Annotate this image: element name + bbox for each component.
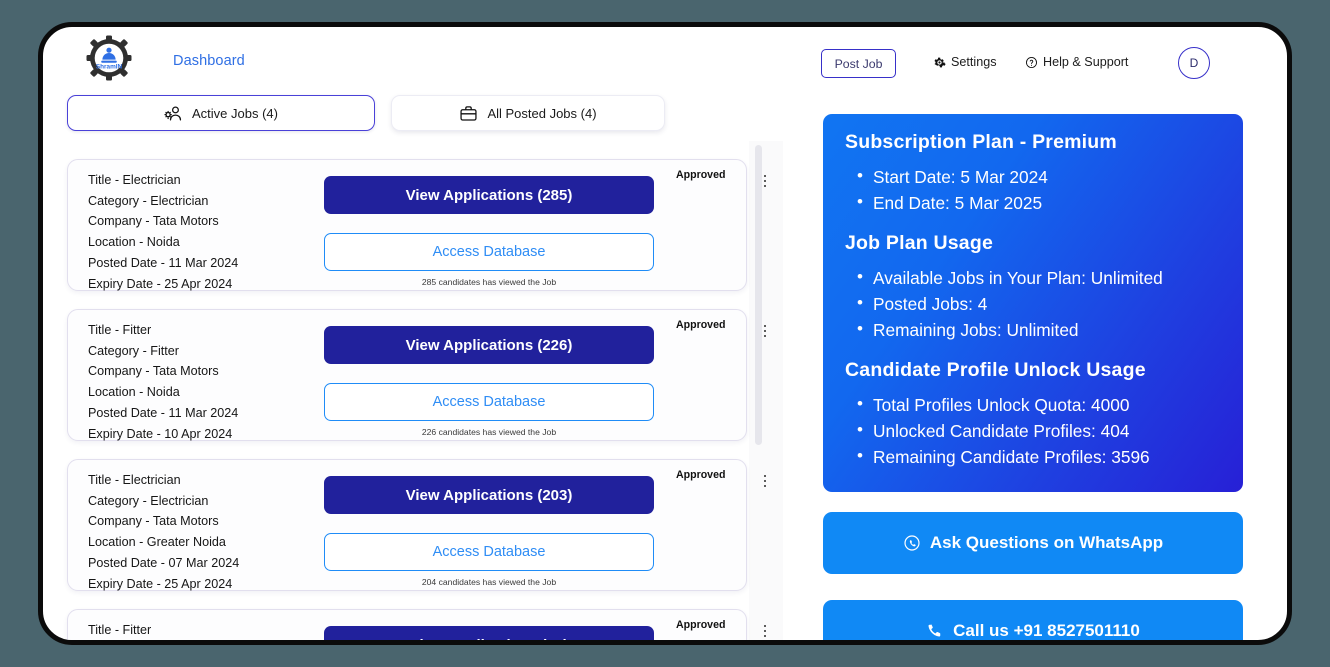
kebab-menu-icon[interactable] [758,321,772,341]
job-details: Title - Fitter Category - Fitter Company… [88,620,239,645]
help-support-link[interactable]: Help & Support [1025,55,1128,69]
avatar[interactable]: D [1178,47,1210,79]
profile-unlock-heading: Candidate Profile Unlock Usage [845,359,1146,381]
job-title: Title - Fitter [88,323,152,337]
candidates-viewed-note: 226 candidates has viewed the Job [421,427,557,437]
job-company: Company - Tata Motors [88,364,219,379]
svg-text:ShramIN: ShramIN [96,64,123,71]
kebab-menu-icon[interactable] [758,621,772,640]
job-posted-date: Posted Date - 07 Mar 2024 [88,555,240,570]
subscription-heading: Subscription Plan - Premium [845,131,1117,153]
list-item: Start Date: 5 Mar 2024 [857,163,1221,190]
sidebar: Subscription Plan - Premium Start Date: … [809,95,1287,640]
job-details: Title - Fitter Category - Fitter Company… [88,320,238,444]
job-location: Location - Noida [88,235,180,250]
access-database-button[interactable]: Access Database [324,233,654,271]
post-job-button[interactable]: Post Job [821,49,896,78]
table-row[interactable]: Title - Electrician Category - Electrici… [67,459,767,594]
view-applications-button[interactable]: View Applications (226) [324,326,654,364]
access-database-button[interactable]: Access Database [324,533,654,571]
job-expiry-date: Expiry Date - 25 Apr 2024 [88,276,233,291]
job-company: Company - Tata Motors [88,514,219,529]
job-location: Location - Noida [88,385,180,400]
settings-link[interactable]: Settings [933,55,997,69]
tab-active-jobs[interactable]: Active Jobs (4) [67,95,375,131]
tab-all-posted-jobs[interactable]: All Posted Jobs (4) [391,95,665,131]
table-row[interactable]: Title - Fitter Category - Fitter Company… [67,609,767,645]
job-details: Title - Electrician Category - Electrici… [88,470,239,594]
settings-label: Settings [951,55,997,69]
job-title: Title - Electrician [88,173,181,187]
call-us-button[interactable]: Call us +91 8527501110 [823,600,1243,640]
tab-all-posted-jobs-label: All Posted Jobs (4) [487,105,597,121]
job-category: Category - Fitter [88,641,239,645]
job-company: Company - Tata Motors [88,214,219,229]
status-badge: Approved [676,319,726,331]
app-window: ShramIN Dashboard Post Job Settings Help [38,22,1292,645]
kebab-menu-icon[interactable] [758,171,772,191]
job-details: Title - Electrician Category - Electrici… [88,170,238,294]
job-title: Title - Fitter [88,623,152,637]
list-item: Remaining Jobs: Unlimited [857,316,1221,343]
subscription-dates-list: Start Date: 5 Mar 2024 End Date: 5 Mar 2… [857,163,1221,216]
shramin-logo[interactable]: ShramIN [85,34,133,82]
subscription-panel: Subscription Plan - Premium Start Date: … [823,114,1243,492]
gear-icon [933,56,946,69]
job-plan-usage-heading: Job Plan Usage [845,232,994,254]
list-item: Remaining Candidate Profiles: 3596 [857,443,1221,470]
tab-active-jobs-label: Active Jobs (4) [192,105,278,121]
app-header: ShramIN Dashboard Post Job Settings Help [43,27,1287,95]
phone-icon [926,622,944,640]
whatsapp-label: Ask Questions on WhatsApp [929,533,1164,552]
job-posted-date: Posted Date - 11 Mar 2024 [88,255,239,270]
whatsapp-button[interactable]: Ask Questions on WhatsApp [823,512,1243,574]
status-badge: Approved [676,469,726,481]
job-tabs: Active Jobs (4) All Posted Jobs (4) [43,95,773,137]
list-item: Posted Jobs: 4 [857,290,1221,317]
profile-unlock-list: Total Profiles Unlock Quota: 4000 Unlock… [857,391,1221,470]
list-item: Total Profiles Unlock Quota: 4000 [857,391,1221,418]
view-applications-button[interactable]: View Applications (96) [324,626,654,640]
help-support-label: Help & Support [1043,55,1129,69]
candidates-viewed-note: 285 candidates has viewed the Job [421,277,557,287]
briefcase-icon [459,104,478,123]
list-item: Available Jobs in Your Plan: Unlimited [857,264,1221,291]
job-category: Category - Electrician [88,493,209,508]
person-gear-icon [164,104,183,123]
list-item: Unlocked Candidate Profiles: 404 [857,417,1221,444]
nav-dashboard-link[interactable]: Dashboard [173,53,245,69]
access-database-button[interactable]: Access Database [324,383,654,421]
list-item: End Date: 5 Mar 2025 [857,189,1221,216]
table-row[interactable]: Title - Electrician Category - Electrici… [67,159,767,294]
status-badge: Approved [676,169,726,181]
job-expiry-date: Expiry Date - 25 Apr 2024 [88,576,233,591]
job-category: Category - Electrician [88,193,209,208]
job-expiry-date: Expiry Date - 10 Apr 2024 [88,426,233,441]
job-category: Category - Fitter [88,343,179,358]
job-title: Title - Electrician [88,473,181,487]
job-list: Title - Electrician Category - Electrici… [43,137,787,645]
kebab-menu-icon[interactable] [758,471,772,491]
question-circle-icon [1025,56,1038,69]
job-location: Location - Greater Noida [88,535,226,550]
view-applications-button[interactable]: View Applications (285) [324,176,654,214]
view-applications-button[interactable]: View Applications (203) [324,476,654,514]
table-row[interactable]: Title - Fitter Category - Fitter Company… [67,309,767,444]
candidates-viewed-note: 204 candidates has viewed the Job [421,577,557,587]
job-plan-usage-list: Available Jobs in Your Plan: Unlimited P… [857,264,1221,343]
whatsapp-icon [903,534,921,552]
gear-logo-icon: ShramIN [86,35,132,81]
job-posted-date: Posted Date - 11 Mar 2024 [88,405,239,420]
call-us-label: Call us +91 8527501110 [953,621,1140,640]
status-badge: Approved [676,619,726,631]
